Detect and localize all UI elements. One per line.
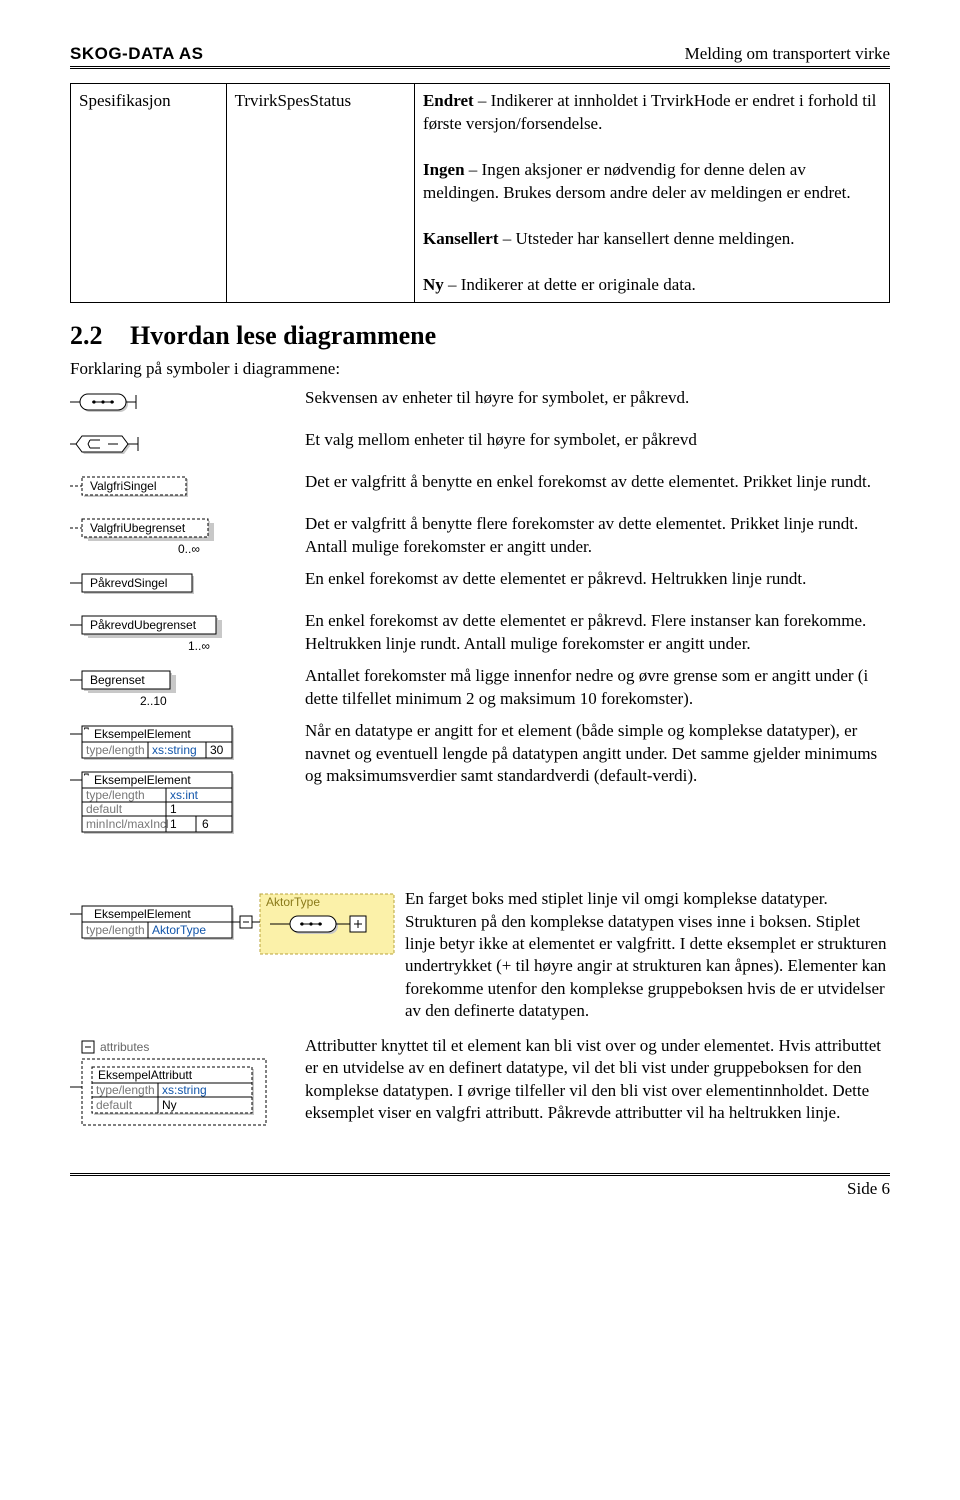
section-heading: 2.2Hvordan lese diagrammene xyxy=(70,321,890,351)
required-unbounded-icon: PåkrevdUbegrenset 1..∞ xyxy=(70,610,305,660)
status-ingen-label: Ingen xyxy=(423,160,465,179)
default-ny: Ny xyxy=(162,1098,177,1112)
opt-unb-label: ValgfriUbegrenset xyxy=(90,521,186,535)
datatype-icon: ⎴ EksempelElement type/length xs:string … xyxy=(70,720,305,858)
header-company: SKOG-DATA AS xyxy=(70,44,204,64)
typelen-4: type/length xyxy=(96,1083,155,1097)
bounded-icon: Begrenset 2..10 xyxy=(70,665,305,715)
status-endret-text: – Indikerer at innholdet i TrvirkHode er… xyxy=(423,91,876,133)
legend-sequence: Sekvensen av enheter til høyre for symbo… xyxy=(70,387,890,425)
legend-complex-text: En farget boks med stiplet linje vil omg… xyxy=(405,888,890,1031)
spec-table: Spesifikasjon TrvirkSpesStatus Endret – … xyxy=(70,83,890,303)
tl-marker1: ⎴ xyxy=(84,727,89,741)
header-doc-title: Melding om transportert virke xyxy=(685,44,890,64)
table-row: Spesifikasjon TrvirkSpesStatus Endret – … xyxy=(71,84,890,303)
bounded-label: Begrenset xyxy=(90,673,145,687)
footer-rule xyxy=(70,1173,890,1176)
attributes-icon: attributes EksempelAttributt type/length… xyxy=(70,1035,305,1143)
legend-bounded-text: Antallet forekomster må ligge innenfor n… xyxy=(305,665,890,716)
typelen-2: type/length xyxy=(86,788,145,802)
bounded-card: 2..10 xyxy=(140,694,167,708)
typelen-1: type/length xyxy=(86,743,145,757)
legend-optional-unbounded-text: Det er valgfritt å benytte flere forekom… xyxy=(305,513,890,564)
legend-complex: AktorType EksempelElement type/ xyxy=(70,888,890,1031)
legend-bounded: Begrenset 2..10 Antallet forekomster må … xyxy=(70,665,890,716)
spec-col2: TrvirkSpesStatus xyxy=(226,84,414,303)
xsstring-2: xs:string xyxy=(162,1083,207,1097)
complex-icon: AktorType EksempelElement type/ xyxy=(70,888,405,976)
xsstring-1: xs:string xyxy=(152,743,197,757)
tl-marker2: ⎴ xyxy=(84,773,89,787)
legend-datatype-text: Når en datatype er angitt for et element… xyxy=(305,720,890,795)
opt-unb-card: 0..∞ xyxy=(178,542,200,556)
legend-datatype: ⎴ EksempelElement type/length xs:string … xyxy=(70,720,890,858)
required-single-icon: PåkrevdSingel xyxy=(70,568,305,606)
page-footer: Side 6 xyxy=(70,1179,890,1199)
attributes-label: attributes xyxy=(100,1040,149,1054)
req-unb-label: PåkrevdUbegrenset xyxy=(90,618,197,632)
legend-choice: Et valg mellom enheter til høyre for sym… xyxy=(70,429,890,467)
ex-el-2: EksempelElement xyxy=(94,773,191,787)
min-val: 1 xyxy=(170,817,177,831)
req-unb-card: 1..∞ xyxy=(188,639,210,653)
status-ny-label: Ny xyxy=(423,275,444,294)
status-endret-label: Endret xyxy=(423,91,474,110)
legend-optional-unbounded: ValgfriUbegrenset 0..∞ Det er valgfritt … xyxy=(70,513,890,564)
thirty: 30 xyxy=(210,743,224,757)
optional-single-icon: ValgfriSingel xyxy=(70,471,305,509)
ex-attr-name: EksempelAttributt xyxy=(98,1068,193,1082)
typelen-3: type/length xyxy=(86,923,145,937)
legend-sequence-text: Sekvensen av enheter til høyre for symbo… xyxy=(305,387,890,415)
ex-el-1: EksempelElement xyxy=(94,727,191,741)
minmax-lbl: minIncl/maxIncl xyxy=(86,817,169,831)
legend-choice-text: Et valg mellom enheter til høyre for sym… xyxy=(305,429,890,457)
header-rule xyxy=(70,66,890,69)
section-title: Hvordan lese diagrammene xyxy=(130,321,436,350)
req-single-label: PåkrevdSingel xyxy=(90,576,167,590)
choice-icon xyxy=(70,429,305,467)
optional-unbounded-icon: ValgfriUbegrenset 0..∞ xyxy=(70,513,305,563)
spec-col1: Spesifikasjon xyxy=(71,84,227,303)
status-kansellert-text: – Utsteder har kansellert denne meldinge… xyxy=(499,229,795,248)
opt-single-label: ValgfriSingel xyxy=(90,479,156,493)
default-val: 1 xyxy=(170,802,177,816)
legend-attributes-text: Attributter knyttet til et element kan b… xyxy=(305,1035,890,1133)
legend-attributes: attributes EksempelAttributt type/length… xyxy=(70,1035,890,1143)
legend-optional-single: ValgfriSingel Det er valgfritt å benytte… xyxy=(70,471,890,509)
spec-col3: Endret – Indikerer at innholdet i Trvirk… xyxy=(414,84,889,303)
default-lbl: default xyxy=(86,802,123,816)
status-ny-text: – Indikerer at dette er originale data. xyxy=(444,275,696,294)
default-lbl-2: default xyxy=(96,1098,133,1112)
aktortype-val: AktorType xyxy=(152,923,206,937)
legend-optional-single-text: Det er valgfritt å benytte en enkel fore… xyxy=(305,471,890,499)
status-ingen-text: – Ingen aksjoner er nødvendig for denne … xyxy=(423,160,851,202)
section-intro: Forklaring på symboler i diagrammene: xyxy=(70,359,890,379)
aktortype-title: AktorType xyxy=(266,895,320,909)
legend-required-single: PåkrevdSingel En enkel forekomst av dett… xyxy=(70,568,890,606)
legend-required-unbounded: PåkrevdUbegrenset 1..∞ En enkel forekoms… xyxy=(70,610,890,661)
legend-required-single-text: En enkel forekomst av dette elementet er… xyxy=(305,568,890,596)
ex-el-3: EksempelElement xyxy=(94,907,191,921)
sequence-icon xyxy=(70,387,305,425)
legend-required-unbounded-text: En enkel forekomst av dette elementet er… xyxy=(305,610,890,661)
max-val: 6 xyxy=(202,817,209,831)
section-number: 2.2 xyxy=(70,321,130,351)
status-kansellert-label: Kansellert xyxy=(423,229,499,248)
xsint: xs:int xyxy=(170,788,199,802)
